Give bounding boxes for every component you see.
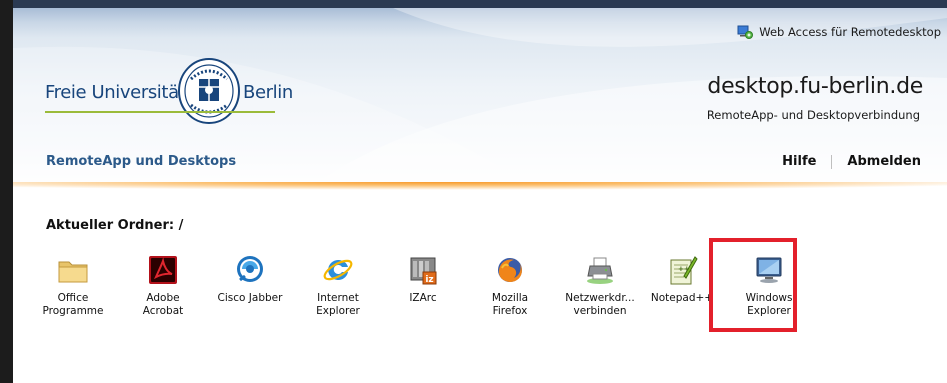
adobe-acrobat-icon — [149, 256, 177, 284]
logout-link[interactable]: Abmelden — [847, 154, 921, 169]
firefox-icon — [498, 258, 522, 282]
app-label: Adobe Acrobat — [142, 292, 184, 317]
app-office-programme[interactable]: Office Programme — [31, 248, 115, 334]
app-label: Internet Explorer — [316, 292, 360, 317]
app-netzwerkdrucker[interactable]: Netzwerkdr... verbinden — [558, 248, 642, 334]
site-subtitle: RemoteApp- und Desktopverbindung — [706, 108, 920, 122]
cisco-jabber-icon — [237, 256, 263, 282]
logo-underline — [45, 111, 275, 113]
current-folder-label: Aktueller Ordner: / — [46, 218, 184, 233]
app-label: Office Programme — [42, 292, 104, 317]
internet-explorer-icon — [323, 259, 353, 281]
app-mozilla-firefox[interactable]: Mozilla Firefox — [468, 248, 552, 334]
topbar-link[interactable]: Web Access für Remotedesktop — [737, 22, 941, 42]
logo-text-right: Berlin — [243, 82, 293, 103]
window-left-edge — [0, 0, 13, 383]
app-label: IZArc — [409, 292, 437, 304]
site-title: desktop.fu-berlin.de — [707, 74, 923, 99]
app-label: Mozilla Firefox — [491, 292, 529, 317]
app-adobe-acrobat[interactable]: Adobe Acrobat — [121, 248, 205, 334]
svg-text:iz: iz — [425, 275, 433, 285]
izarc-icon: iz — [410, 257, 437, 285]
selection-highlight — [709, 238, 797, 332]
folder-icon — [58, 261, 88, 283]
rd-web-access-page: Web Access für Remotedesktop Freie Unive… — [13, 8, 947, 383]
notepad-plus-plus-icon: ++ — [670, 256, 698, 285]
app-label: Netzwerkdr... verbinden — [565, 292, 635, 317]
app-label: Cisco Jabber — [217, 292, 283, 304]
help-link[interactable]: Hilfe — [782, 154, 816, 169]
logo-text-left: Freie Universität — [45, 82, 186, 103]
app-cisco-jabber[interactable]: Cisco Jabber — [208, 248, 292, 334]
window-top-edge — [0, 0, 947, 8]
orange-divider — [13, 182, 947, 190]
app-internet-explorer[interactable]: Internet Explorer — [296, 248, 380, 334]
network-printer-icon — [587, 257, 613, 284]
topbar-label: Web Access für Remotedesktop — [759, 25, 941, 39]
remote-desktop-icon — [737, 24, 754, 40]
nav-links: Hilfe Abmelden — [782, 154, 921, 169]
header: Web Access für Remotedesktop Freie Unive… — [13, 8, 947, 188]
fu-berlin-logo[interactable]: Freie Universität Berlin — [45, 57, 295, 133]
nav-separator — [831, 154, 833, 169]
university-seal-icon — [178, 58, 240, 124]
app-izarc[interactable]: iz IZArc — [381, 248, 465, 334]
svg-text:++: ++ — [678, 265, 690, 273]
nav-title[interactable]: RemoteApp und Desktops — [46, 154, 236, 169]
